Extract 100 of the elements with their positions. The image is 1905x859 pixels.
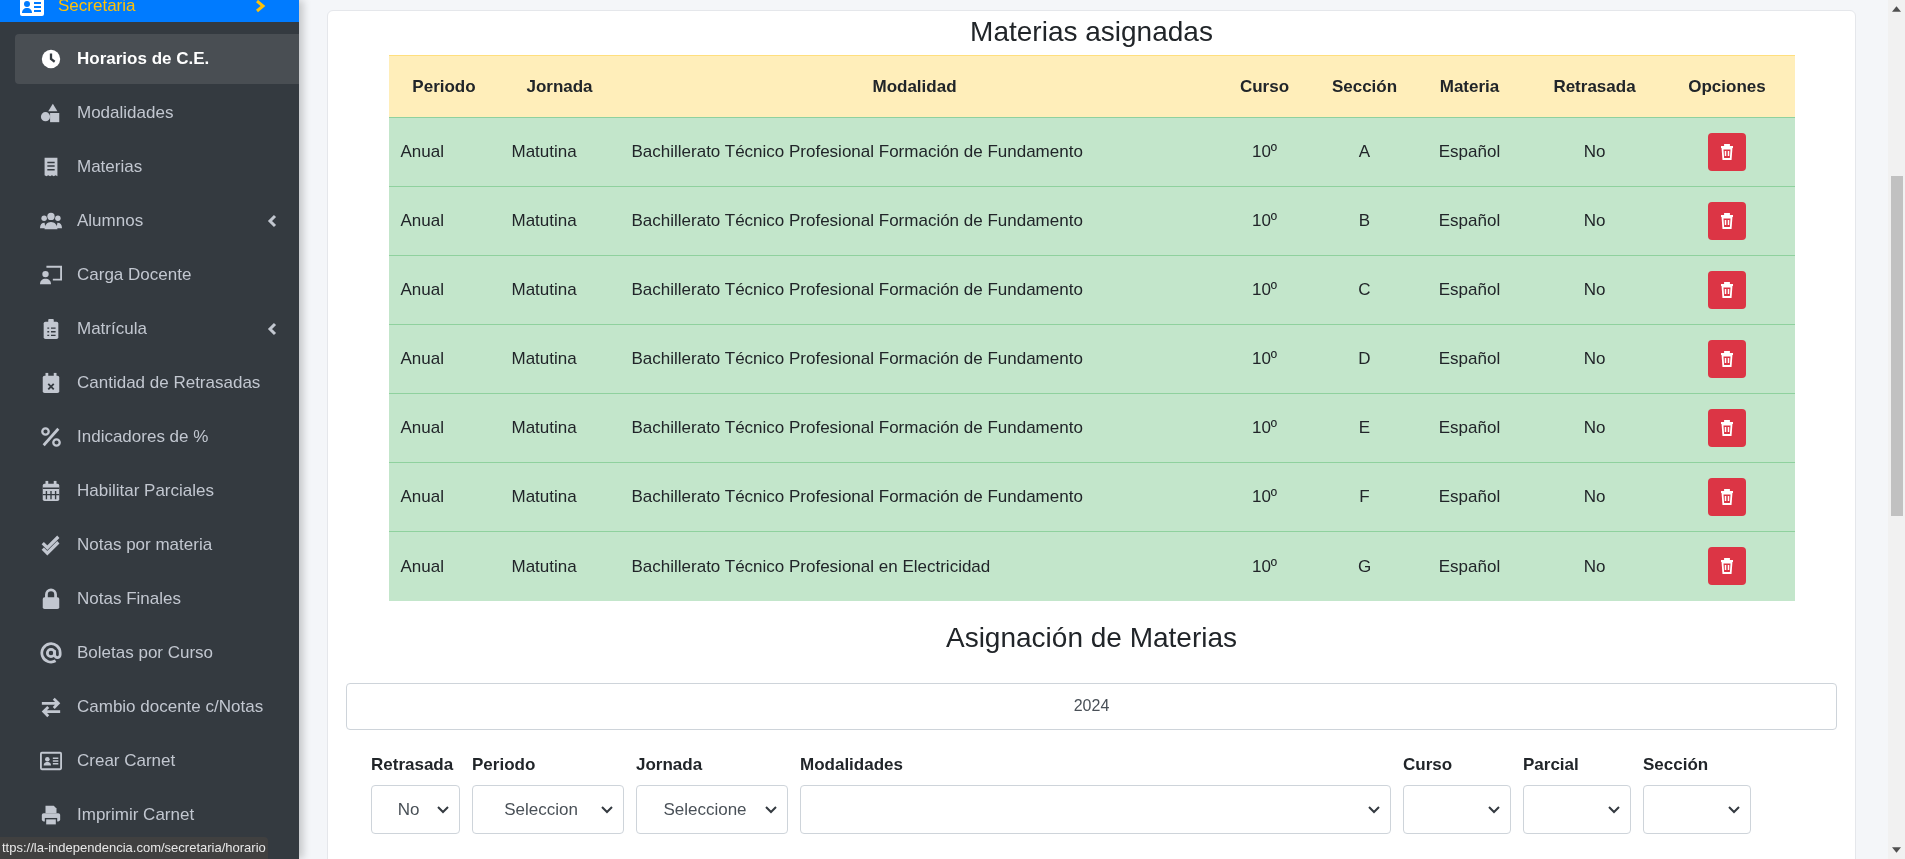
sidebar-item[interactable]: Matrícula [15, 304, 299, 354]
chevron-down-icon [601, 805, 613, 814]
table-cell: A [1358, 142, 1371, 162]
chevron-down-icon [1728, 805, 1740, 814]
trash-icon [1720, 489, 1734, 505]
table-cell: No [1583, 280, 1606, 300]
caret-icon [255, 0, 267, 13]
table-cell: Matutina [511, 211, 577, 231]
chevron-down-icon [1368, 805, 1380, 814]
sidebar-item[interactable]: Habilitar Parciales [15, 466, 299, 516]
sidebar-item[interactable]: Notas por materia [15, 520, 299, 570]
sidebar-item[interactable]: Cantidad de Retrasadas [15, 358, 299, 408]
delete-button[interactable] [1708, 202, 1746, 240]
table-cell: 10º [1251, 487, 1278, 507]
table-cell: 10º [1251, 211, 1278, 231]
table-cell: 10º [1251, 142, 1278, 162]
sidebar-item[interactable]: Carga Docente [15, 250, 299, 300]
table-cell: No [1583, 418, 1606, 438]
lock-icon [40, 588, 62, 610]
table-cell: 10º [1251, 280, 1278, 300]
scrollbar-thumb[interactable] [1890, 176, 1903, 516]
menu-label: Notas por materia [77, 534, 214, 557]
scrollbar[interactable] [1888, 0, 1905, 859]
delete-button[interactable] [1708, 478, 1746, 516]
section-title: Materias asignadas [970, 15, 1213, 49]
table-cell: Matutina [511, 556, 577, 576]
delete-button[interactable] [1708, 271, 1746, 309]
table-cell: Anual [400, 556, 444, 576]
table-cell: D [1358, 349, 1371, 369]
menu-label: Cambio docente c/Notas [77, 696, 265, 719]
table-cell: E [1358, 418, 1371, 438]
table-cell: 10º [1251, 556, 1278, 576]
table-cell: B [1358, 211, 1371, 231]
menu-label: Cantidad de Retrasadas [77, 372, 262, 395]
field-label: Curso [1403, 753, 1454, 776]
double-check-icon [40, 534, 62, 556]
table-cell: No [1583, 142, 1606, 162]
sidebar-item[interactable]: Boletas por Curso [15, 628, 299, 678]
sidebar-item[interactable]: Modalidades [15, 88, 299, 138]
chevron-down-icon [437, 805, 449, 814]
delete-button[interactable] [1708, 409, 1746, 447]
field-label: Jornada [636, 753, 704, 776]
column-header: Modalidad [872, 76, 957, 96]
table-cell: Español [1438, 487, 1501, 507]
table-cell: Anual [400, 211, 444, 231]
sidebar-item[interactable]: Notas Finales [15, 574, 299, 624]
menu-label: Materias [77, 156, 144, 179]
delete-button[interactable] [1708, 133, 1746, 171]
sidebar-item[interactable]: Imprimir Carnet [15, 790, 299, 840]
column-header: Materia [1439, 76, 1500, 96]
printer-icon [40, 804, 62, 826]
menu-label: Horarios de C.E. [77, 48, 211, 71]
menu-label: Indicadores de % [77, 426, 210, 449]
table-cell: 10º [1251, 418, 1278, 438]
delete-button[interactable] [1708, 547, 1746, 586]
select-field[interactable] [1403, 785, 1511, 834]
select-field[interactable]: No [371, 785, 460, 834]
year-field[interactable]: 2024 [346, 682, 1837, 730]
menu-label: Boletas por Curso [77, 642, 215, 665]
scroll-up-icon[interactable] [1892, 6, 1901, 12]
table-cell: Español [1438, 418, 1501, 438]
sidebar-item[interactable]: Cambio docente c/Notas [15, 682, 299, 732]
table-cell: Anual [400, 487, 444, 507]
at-sign-icon [40, 642, 62, 664]
select-field[interactable]: Seleccion [472, 785, 624, 834]
chevron-down-icon [1488, 805, 1500, 814]
sidebar-item[interactable]: Alumnos [15, 196, 299, 246]
delete-button[interactable] [1708, 340, 1746, 378]
select-field[interactable]: Seleccione [636, 785, 788, 834]
calendar-x-icon [40, 372, 62, 394]
column-header: Retrasada [1553, 76, 1636, 96]
field-label: Retrasada [371, 753, 455, 776]
sidebar-item[interactable]: Indicadores de % [15, 412, 299, 462]
table-cell: G [1357, 556, 1372, 576]
menu-label: Crear Carnet [77, 750, 177, 773]
table-cell: Anual [400, 142, 444, 162]
select-field[interactable] [1523, 785, 1631, 834]
menu-label: Alumnos [77, 210, 145, 233]
sidebar-item[interactable]: Materias [15, 142, 299, 192]
table-cell: Bachillerato Técnico Profesional Formación de Fundamento [631, 487, 1083, 507]
users-icon [40, 210, 62, 232]
trash-icon [1720, 420, 1734, 436]
swap-arrows-icon [40, 696, 62, 718]
field-label: Modalidades [800, 753, 904, 776]
scroll-down-icon[interactable] [1892, 847, 1901, 853]
select-field[interactable] [1643, 785, 1751, 834]
column-header: Opciones [1688, 76, 1766, 96]
section-title: Asignación de Materias [945, 620, 1237, 655]
status-url: ttps://la-independencia.com/secretaria/horario [0, 837, 268, 859]
sidebar-item[interactable]: Horarios de C.E. [15, 34, 299, 84]
table-cell: Bachillerato Técnico Profesional Formación de Fundamento [631, 349, 1083, 369]
clock-icon [40, 48, 62, 70]
id-card-icon [40, 750, 62, 772]
table-cell: Matutina [511, 349, 577, 369]
select-field[interactable] [800, 785, 1391, 834]
sidebar-item[interactable]: Crear Carnet [15, 736, 299, 786]
table-cell: No [1583, 211, 1606, 231]
chevron-down-icon [765, 805, 777, 814]
trash-icon [1720, 282, 1734, 298]
table-cell: Español [1438, 211, 1501, 231]
